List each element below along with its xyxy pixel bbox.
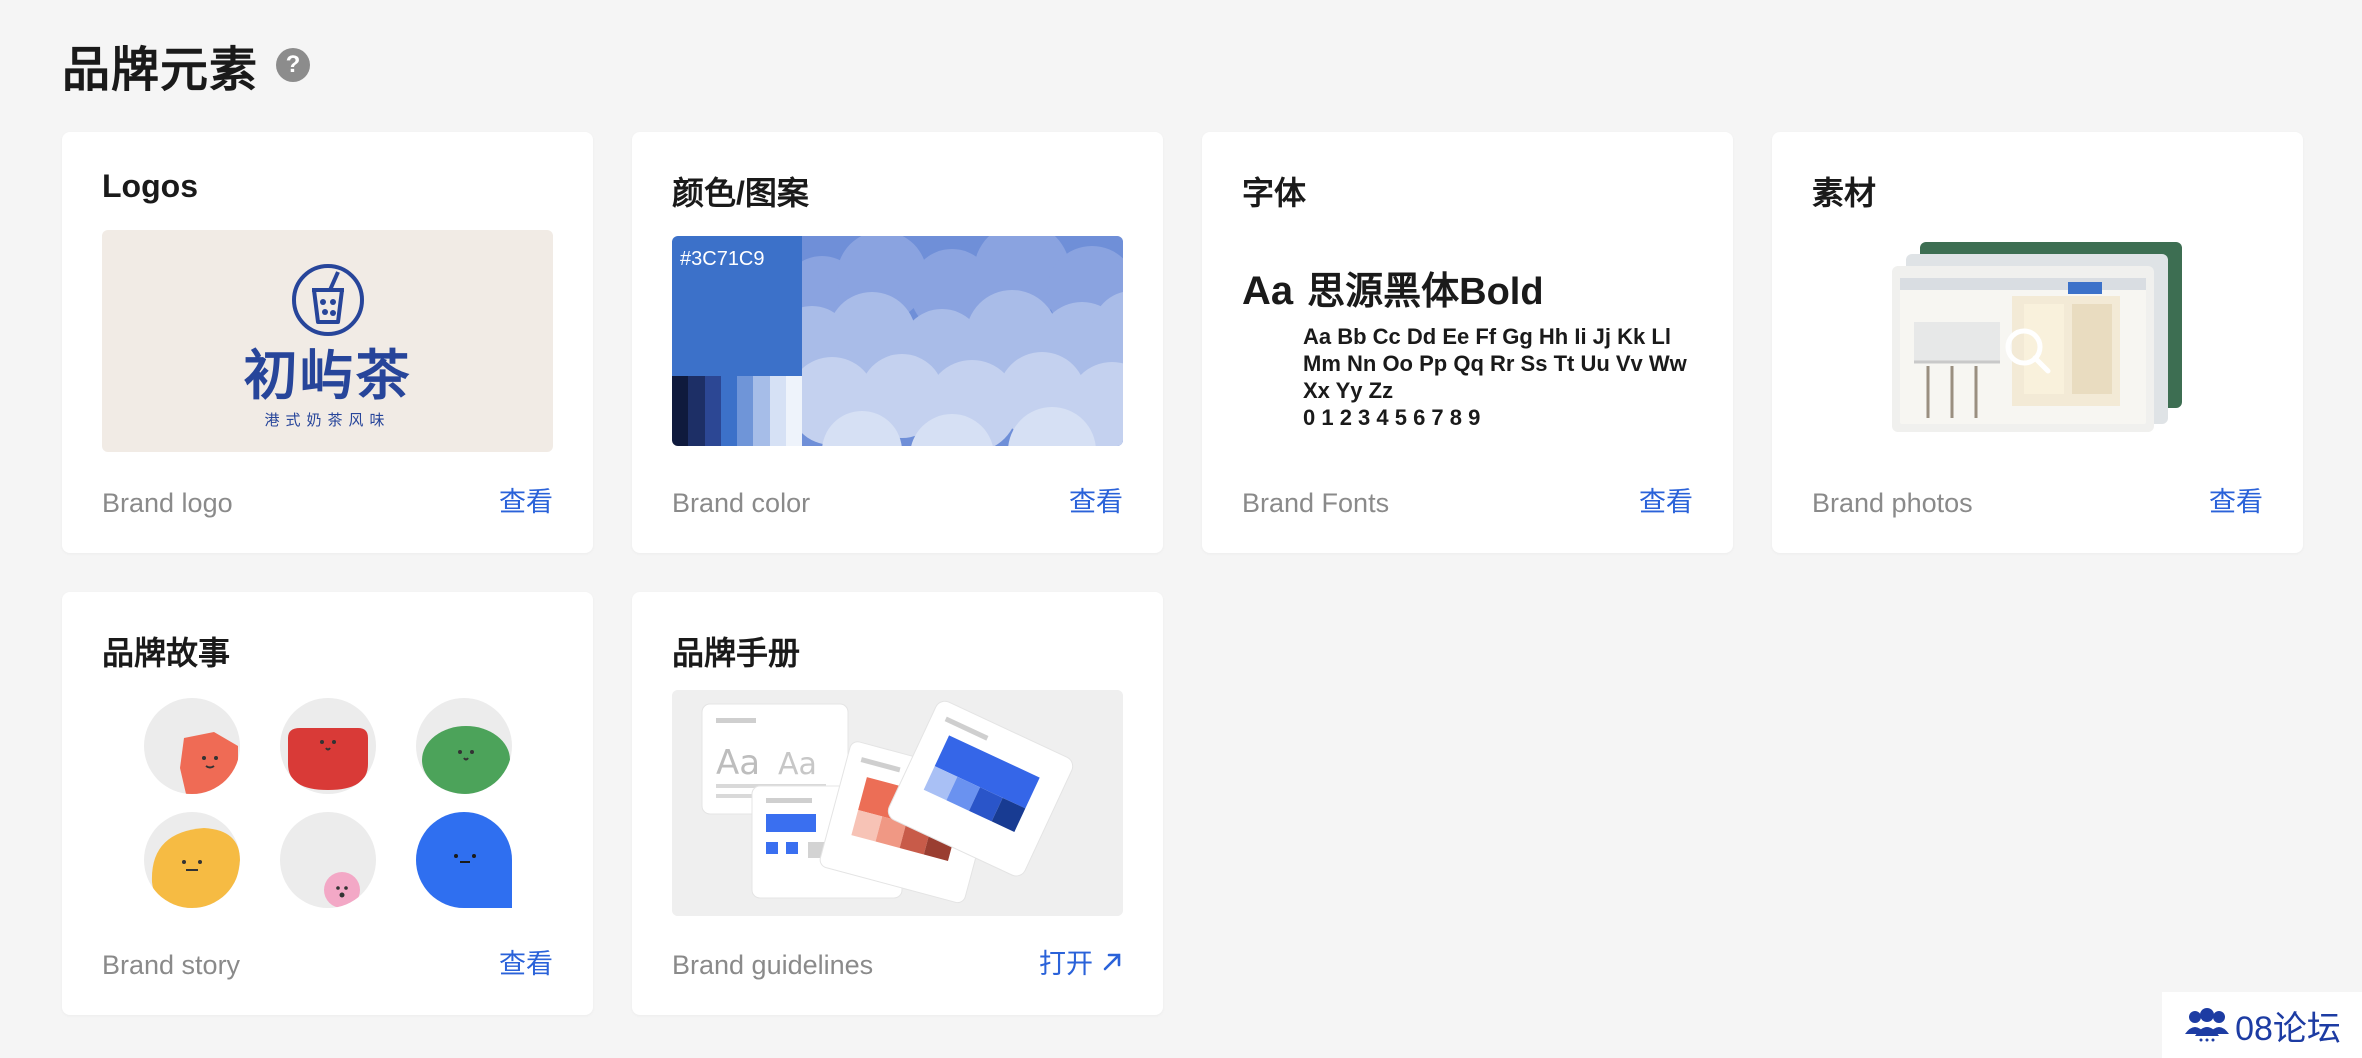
watermark-text: 08论坛 [2235, 1009, 2341, 1048]
tea-cup-icon [291, 264, 364, 336]
card-title: 字体 [1242, 175, 1307, 211]
font-heading-aa: Aa [1242, 269, 1294, 313]
color-preview: #3C71C9 [672, 236, 1123, 446]
logo-wordmark: 初屿茶 [243, 346, 412, 406]
character-avatar [280, 812, 376, 908]
page-title: 品牌元素 [62, 44, 259, 97]
font-line: Aa Bb Cc Dd Ee Ff Gg Hh Ii Jj Kk Ll [1303, 324, 1671, 349]
card-materials[interactable]: 素材 Brand photos 查看 [1772, 132, 2303, 553]
card-title: 素材 [1812, 175, 1877, 211]
card-title: 颜色/图案 [672, 175, 809, 211]
swatch-shade [737, 376, 754, 446]
view-link[interactable]: 查看 [1639, 480, 1693, 519]
guidelines-preview: Aa Aa [672, 690, 1123, 916]
link-label: 查看 [2209, 487, 2263, 517]
doc-text-a: Aa [716, 743, 760, 783]
swatch-strip [672, 376, 802, 446]
forum-watermark: 08论坛 [2162, 992, 2362, 1058]
link-label: 查看 [499, 949, 553, 979]
character-avatar [280, 698, 376, 794]
card-footer-label: Brand logo [102, 488, 233, 518]
logo-preview: 初屿茶 港式奶茶风味 [102, 230, 553, 452]
link-label: 查看 [1639, 487, 1693, 517]
swatch-shade [753, 376, 770, 446]
character-grid [144, 698, 524, 908]
people-icon [2185, 1008, 2230, 1042]
card-footer-label: Brand Fonts [1242, 488, 1390, 518]
font-line: 0 1 2 3 4 5 6 7 8 9 [1303, 405, 1481, 430]
swatch-shade [688, 376, 705, 446]
link-label: 打开 [1039, 949, 1093, 979]
card-footer-label: Brand story [102, 950, 241, 980]
font-sample: Aa 思源黑体Bold Aa Bb Cc Dd Ee Ff Gg Hh Ii J… [1242, 260, 1693, 431]
character-avatar [144, 812, 240, 908]
view-link[interactable]: 查看 [2209, 480, 2263, 519]
font-line: Mm Nn Oo Pp Qq Rr Ss Tt Uu Vv Ww [1303, 351, 1687, 376]
font-heading: Aa 思源黑体Bold [1242, 260, 1693, 315]
font-heading-name: 思源黑体Bold [1307, 271, 1544, 313]
card-guidelines[interactable]: 品牌手册 Aa Aa Brand guidelines 打开 [632, 592, 1163, 1015]
external-arrow-icon [1103, 953, 1121, 970]
photo-stack [1892, 242, 2182, 432]
swatch-shade [704, 376, 721, 446]
view-link[interactable]: 查看 [499, 942, 553, 981]
swatch-hex: #3C71C9 [680, 248, 765, 270]
doc-text-b: Aa [778, 747, 817, 782]
logo-tagline: 港式奶茶风味 [264, 412, 391, 429]
font-line: Xx Yy Zz [1303, 378, 1394, 403]
card-title: 品牌手册 [672, 635, 801, 671]
font-glyph-lines: Aa Bb Cc Dd Ee Ff Gg Hh Ii Jj Kk Ll Mm N… [1303, 323, 1693, 431]
swatch-shade [672, 376, 689, 446]
card-footer-label: Brand color [672, 488, 811, 518]
swatch-shade [769, 376, 786, 446]
card-footer-label: Brand guidelines [672, 950, 874, 980]
link-label: 查看 [499, 487, 553, 517]
page-header: 品牌元素 ? [62, 30, 311, 100]
view-link[interactable]: 查看 [1069, 480, 1123, 519]
card-footer-label: Brand photos [1812, 488, 1973, 518]
card-title: 品牌故事 [102, 635, 231, 671]
link-label: 查看 [1069, 487, 1123, 517]
swatch-shade [720, 376, 737, 446]
help-icon[interactable]: ? [276, 48, 311, 82]
card-story[interactable]: 品牌故事 Brand story 查看 [62, 592, 593, 1015]
card-fonts[interactable]: 字体 Aa 思源黑体Bold Aa Bb Cc Dd Ee Ff Gg Hh I… [1202, 132, 1733, 553]
swatch-shade [785, 376, 802, 446]
cloud-pattern [772, 236, 1123, 446]
card-title: Logos [102, 168, 198, 204]
character-avatar [416, 698, 512, 794]
open-link[interactable]: 打开 [1039, 942, 1123, 981]
card-logos[interactable]: Logos 初屿茶 港式奶茶风味 Brand logo 查看 [62, 132, 593, 553]
character-avatar [416, 812, 512, 908]
card-color[interactable]: 颜色/图案 #3C71C9 Brand color 查看 [632, 132, 1163, 553]
character-avatar [144, 698, 240, 794]
view-link[interactable]: 查看 [499, 480, 553, 519]
primary-swatch: #3C71C9 [672, 236, 802, 376]
